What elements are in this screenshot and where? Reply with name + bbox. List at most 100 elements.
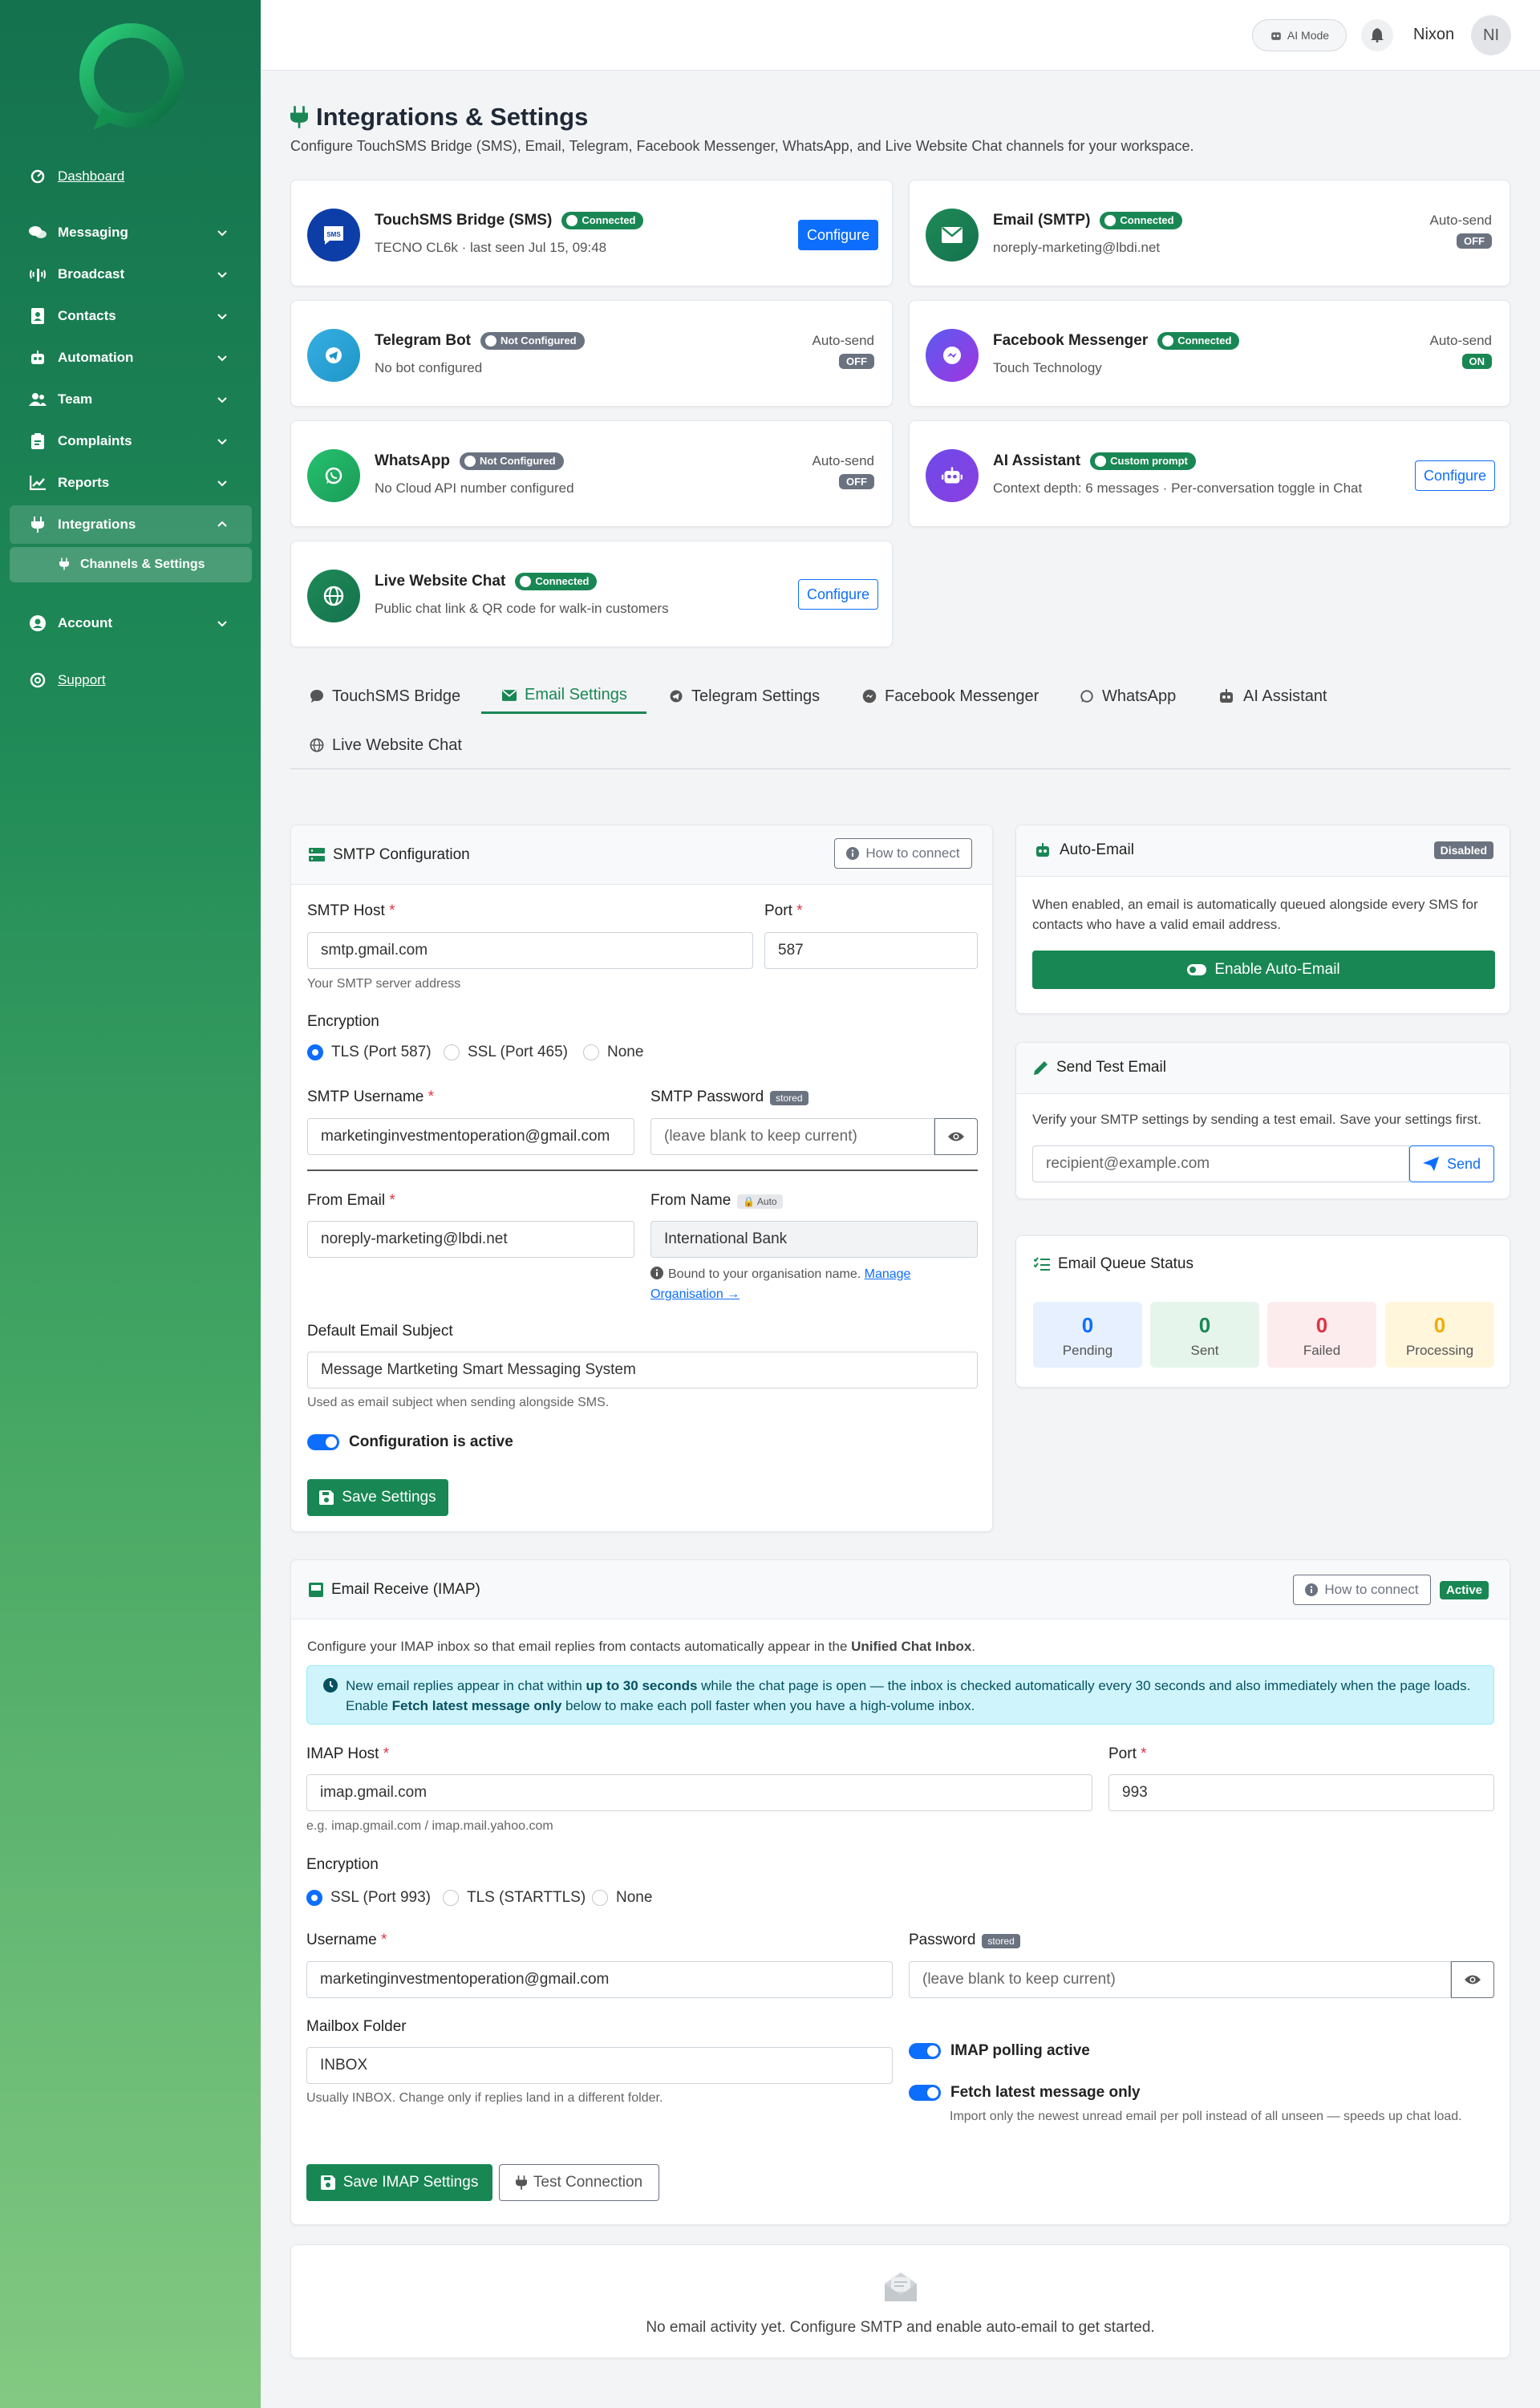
send-test-email-button[interactable]: Send (1409, 1145, 1494, 1182)
robot-icon (29, 349, 47, 367)
how-to-label: How to connect (865, 845, 960, 861)
queue-pending-count: 0 (1081, 1313, 1094, 1337)
config-active-toggle[interactable]: Configuration is active (307, 1433, 513, 1451)
save-imap-settings-button[interactable]: Save IMAP Settings (306, 2164, 492, 2201)
smtp-enc-ssl-radio[interactable]: SSL (Port 465) (444, 1044, 568, 1061)
save-icon (320, 2175, 335, 2190)
imap-username-label: Username * (306, 1932, 387, 1948)
mailbox-folder-label: Mailbox Folder (306, 2018, 407, 2035)
smtp-username-input[interactable]: marketinginvestmentoperation@gmail.com (307, 1118, 634, 1155)
tab-ai[interactable]: AI Assistant (1218, 679, 1327, 714)
nav-channels-settings-label: Channels & Settings (80, 557, 205, 571)
robot-icon (1220, 689, 1233, 703)
imap-title-text: Email Receive (IMAP) (331, 1581, 480, 1598)
test-email-input[interactable]: recipient@example.com (1032, 1145, 1409, 1182)
dashboard-icon (29, 168, 47, 185)
channel-card-sms[interactable]: SMS TouchSMS Bridge (SMS) Connected TECNO… (290, 180, 893, 286)
smtp-how-to-connect-button[interactable]: How to connect (834, 838, 972, 869)
imap-username-input[interactable]: marketinginvestmentoperation@gmail.com (306, 1961, 893, 1998)
mailbox-folder-input[interactable]: INBOX (306, 2047, 893, 2084)
show-password-button[interactable] (934, 1118, 978, 1155)
configure-sms-button[interactable]: Configure (798, 220, 878, 250)
nav-account[interactable]: Account (10, 604, 252, 643)
nav-channels-settings[interactable]: Channels & Settings (10, 547, 252, 582)
enable-auto-email-button[interactable]: Enable Auto-Email (1032, 951, 1495, 989)
users-icon (29, 391, 47, 408)
nav-automation-label: Automation (58, 350, 134, 365)
ai-mode-button[interactable]: AI Mode (1252, 19, 1347, 51)
tab-livechat[interactable]: Live Website Chat (310, 728, 462, 763)
nav-automation[interactable]: Automation (10, 338, 252, 377)
tab-email[interactable]: Email Settings (481, 679, 646, 714)
nav-messaging[interactable]: Messaging (10, 213, 252, 252)
email-queue-title: Email Queue Status (1034, 1255, 1194, 1273)
nav-team[interactable]: Team (10, 380, 252, 419)
auto-email-panel: Auto-Email Disabled When enabled, an ema… (1015, 825, 1510, 1014)
smtp-password-input[interactable]: (leave blank to keep current) (650, 1118, 934, 1155)
broadcast-icon (29, 266, 47, 283)
nav-support[interactable]: Support (10, 661, 252, 699)
imap-host-input[interactable]: imap.gmail.com (306, 1774, 1092, 1811)
nav-dashboard[interactable]: Dashboard (10, 157, 252, 196)
auto-send-label: Auto-send (812, 333, 875, 348)
plug-icon (515, 2175, 527, 2190)
auto-email-title: Auto-Email (1034, 841, 1134, 859)
whatsapp-icon (1080, 690, 1093, 703)
imap-enc-none-radio[interactable]: None (592, 1889, 652, 1907)
smtp-host-input[interactable]: smtp.gmail.com (307, 932, 753, 969)
imap-enc-ssl-radio[interactable]: SSL (Port 993) (306, 1889, 431, 1907)
channel-card-ai[interactable]: AI Assistant Custom prompt Context depth:… (909, 420, 1510, 527)
imap-host-label: IMAP Host * (306, 1745, 390, 1762)
fetch-latest-toggle[interactable]: Fetch latest message only (909, 2084, 1141, 2102)
status-badge-label: Not Configured (479, 455, 556, 467)
from-email-input[interactable]: noreply-marketing@lbdi.net (307, 1221, 634, 1258)
disabled-badge: Disabled (1433, 841, 1493, 859)
fetch-latest-label: Fetch latest message only (950, 2084, 1141, 2101)
channel-card-livechat[interactable]: Live Website Chat Connected Public chat l… (290, 541, 893, 647)
notifications-button[interactable] (1361, 19, 1393, 51)
nav-broadcast[interactable]: Broadcast (10, 255, 252, 294)
user-name[interactable]: Nixon (1413, 26, 1454, 44)
nav-contacts[interactable]: Contacts (10, 297, 252, 335)
mailbox-folder-hint: Usually INBOX. Change only if replies la… (306, 2091, 663, 2105)
tab-whatsapp[interactable]: WhatsApp (1080, 679, 1176, 714)
check-circle-icon (1095, 456, 1107, 467)
imap-password-input[interactable]: (leave blank to keep current) (909, 1961, 1451, 1998)
imap-polling-toggle[interactable]: IMAP polling active (909, 2042, 1090, 2060)
nav-complaints[interactable]: Complaints (10, 422, 252, 460)
inbox-icon (309, 1583, 323, 1597)
nav-reports[interactable]: Reports (10, 464, 252, 502)
imap-port-input[interactable]: 993 (1108, 1774, 1494, 1811)
avatar[interactable]: NI (1471, 15, 1511, 55)
page-title: Integrations & Settings (290, 103, 588, 132)
channel-card-telegram[interactable]: Telegram Bot Not Configured No bot config… (290, 300, 893, 407)
nav-integrations[interactable]: Integrations (10, 505, 252, 544)
smtp-port-input[interactable]: 587 (764, 932, 978, 969)
tab-divider (290, 768, 1510, 769)
configure-ai-button[interactable]: Configure (1415, 460, 1495, 491)
auto-email-title-text: Auto-Email (1060, 841, 1134, 858)
save-settings-button[interactable]: Save Settings (307, 1479, 448, 1516)
imap-port-label: Port * (1108, 1745, 1147, 1762)
show-imap-password-button[interactable] (1451, 1961, 1494, 1998)
email-subject-input[interactable]: Message Martketing Smart Messaging Syste… (307, 1352, 978, 1388)
smtp-enc-none-radio[interactable]: None (583, 1044, 643, 1061)
smtp-enc-tls-radio[interactable]: TLS (Port 587) (307, 1044, 432, 1061)
channel-card-whatsapp[interactable]: WhatsApp Not Configured No Cloud API numb… (290, 420, 893, 527)
radio-label: SSL (Port 465) (468, 1044, 568, 1060)
test-connection-button[interactable]: Test Connection (499, 2164, 659, 2201)
chevron-up-icon (217, 521, 227, 527)
radio-unchecked (583, 1044, 599, 1060)
channel-card-email[interactable]: Email (SMTP) Connected noreply-marketing@… (909, 180, 1510, 286)
imap-enc-tls-radio[interactable]: TLS (STARTTLS) (443, 1889, 586, 1907)
configure-livechat-button[interactable]: Configure (798, 579, 878, 610)
tab-telegram[interactable]: Telegram Settings (669, 679, 820, 714)
tab-sms[interactable]: TouchSMS Bridge (310, 679, 460, 714)
alert-text-3: below to make each poll faster when you … (561, 1698, 975, 1713)
tab-facebook[interactable]: Facebook Messenger (862, 679, 1039, 714)
imap-how-to-connect-button[interactable]: How to connect (1293, 1575, 1431, 1605)
user-circle-icon (29, 614, 47, 632)
channel-card-facebook[interactable]: Facebook Messenger Connected Touch Techno… (909, 300, 1510, 407)
channel-desc: No Cloud API number configured (375, 480, 574, 496)
imap-host-hint: e.g. imap.gmail.com / imap.mail.yahoo.co… (306, 1819, 553, 1833)
